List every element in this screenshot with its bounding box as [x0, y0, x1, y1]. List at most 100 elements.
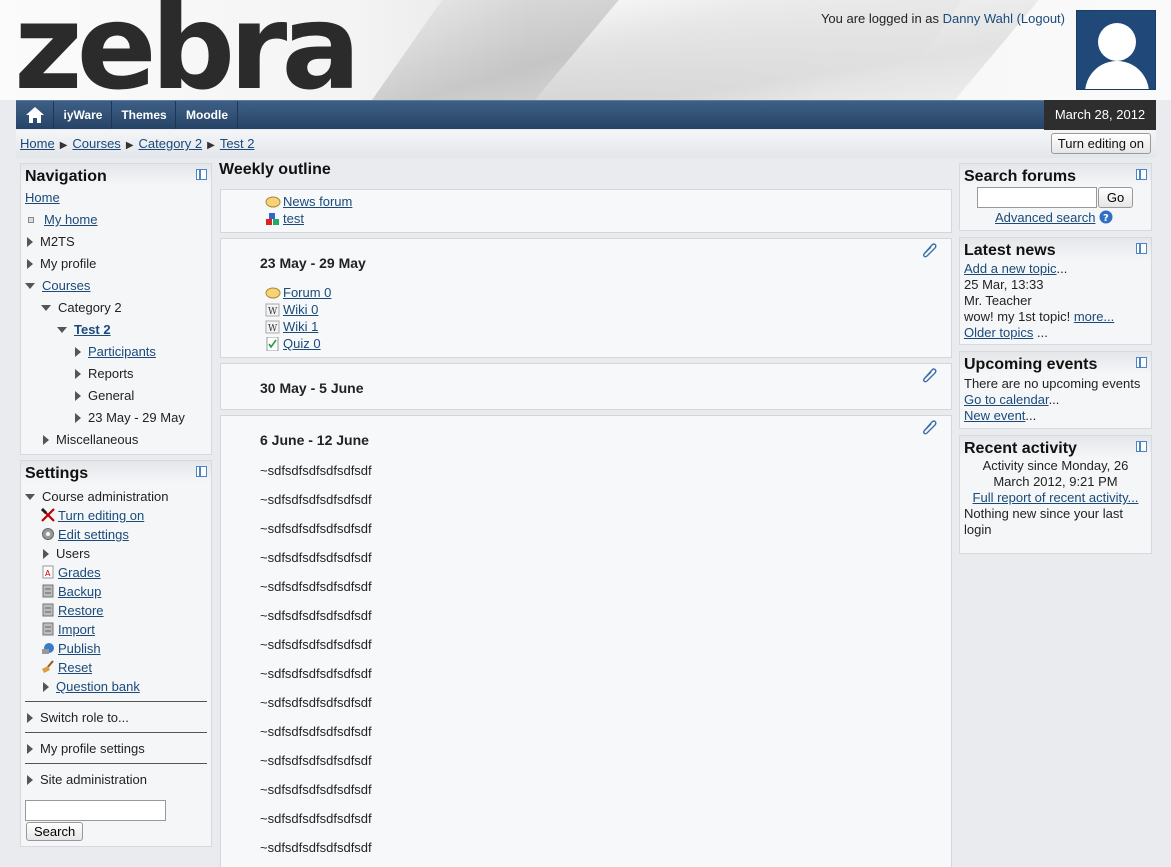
nav-my-profile[interactable]: My profile [27, 256, 96, 271]
paperclip-icon[interactable] [921, 419, 937, 435]
nav-week[interactable]: 23 May - 29 May [75, 410, 185, 425]
activity-news-forum[interactable]: News forum [283, 194, 352, 209]
forum-search-input[interactable] [977, 187, 1097, 208]
course-administration[interactable]: Course administration [25, 489, 168, 504]
breadcrumb-category[interactable]: Category 2 [139, 136, 203, 151]
dock-icon[interactable] [1136, 243, 1147, 254]
expand-icon [27, 237, 33, 247]
dock-icon[interactable] [196, 466, 207, 477]
nav-m2ts[interactable]: M2TS [27, 234, 75, 249]
upcoming-events-title: Upcoming events [960, 352, 1151, 374]
older-topics-link[interactable]: Older topics [964, 325, 1033, 340]
settings-turn-editing-on[interactable]: Turn editing on [58, 508, 144, 523]
activity-forum-0[interactable]: Forum 0 [283, 285, 331, 300]
menu-item-moodle[interactable]: Moodle [177, 101, 238, 129]
latest-news-title: Latest news [960, 238, 1151, 260]
section-text-line: ~sdfsdfsdfsdfsdfsdf [260, 492, 372, 507]
help-icon[interactable]: ? [1099, 210, 1113, 224]
user-name-link[interactable]: Danny Wahl [943, 11, 1013, 26]
add-new-topic-link[interactable]: Add a new topic [964, 261, 1057, 276]
settings-question-bank[interactable]: Question bank [56, 679, 140, 694]
svg-text:?: ? [1103, 213, 1109, 224]
my-profile-settings[interactable]: My profile settings [27, 741, 145, 756]
settings-backup[interactable]: Backup [58, 584, 101, 599]
nav-home-link[interactable]: Home [25, 190, 60, 205]
settings-edit-settings[interactable]: Edit settings [58, 527, 129, 542]
collapse-icon[interactable] [57, 327, 67, 333]
section-text-line: ~sdfsdfsdfsdfsdfsdf [260, 550, 372, 565]
activity-quiz-0[interactable]: Quiz 0 [283, 336, 321, 351]
news-more-link[interactable]: more... [1074, 309, 1114, 324]
nav-participants[interactable]: Participants [88, 344, 156, 359]
publish-icon [42, 643, 54, 654]
nav-my-home[interactable]: My home [44, 212, 97, 227]
activity-wiki-1[interactable]: Wiki 1 [283, 319, 318, 334]
settings-publish[interactable]: Publish [58, 641, 101, 656]
nothing-new-line1: Nothing new since your last [964, 506, 1123, 521]
forum-search-go-button[interactable]: Go [1098, 187, 1133, 208]
logout-link[interactable]: (Logout) [1017, 11, 1065, 26]
section-text-line: ~sdfsdfsdfsdfsdfsdf [260, 724, 372, 739]
avatar[interactable] [1076, 10, 1156, 90]
breadcrumb-courses[interactable]: Courses [72, 136, 120, 151]
paperclip-icon[interactable] [921, 367, 937, 383]
nav-reports-label: Reports [88, 366, 134, 381]
paperclip-icon[interactable] [921, 242, 937, 258]
settings-grades[interactable]: Grades [58, 565, 101, 580]
settings-search-button[interactable]: Search [26, 822, 84, 841]
section-text-line: ~sdfsdfsdfsdfsdfsdf [260, 579, 372, 594]
section-title: 6 June - 12 June [260, 432, 369, 448]
navigation-title: Navigation [21, 164, 211, 186]
nav-category[interactable]: Category 2 [41, 300, 122, 315]
menu-item-themes[interactable]: Themes [113, 101, 176, 129]
import-icon [42, 622, 54, 636]
module-blocks-icon [266, 213, 279, 225]
course-section-week-2: 30 May - 5 June [220, 363, 952, 410]
nav-reports[interactable]: Reports [75, 366, 134, 381]
nav-miscellaneous[interactable]: Miscellaneous [43, 432, 138, 447]
bullet-icon [28, 217, 34, 223]
activity-since-line1: Activity since Monday, 26 [982, 458, 1129, 473]
advanced-search-link[interactable]: Advanced search [995, 210, 1095, 225]
switch-role[interactable]: Switch role to... [27, 710, 129, 725]
upcoming-events-block: Upcoming events There are no upcoming ev… [959, 351, 1152, 429]
site-administration[interactable]: Site administration [27, 772, 147, 787]
forum-icon [265, 287, 281, 299]
nav-general[interactable]: General [75, 388, 134, 403]
turn-editing-on-button[interactable]: Turn editing on [1050, 133, 1151, 154]
dock-icon[interactable] [1136, 169, 1147, 180]
svg-text:A: A [45, 569, 51, 578]
nav-m2ts-label: M2TS [40, 234, 75, 249]
dock-icon[interactable] [1136, 357, 1147, 368]
home-button[interactable] [16, 101, 54, 129]
activity-wiki-0[interactable]: Wiki 0 [283, 302, 318, 317]
activity-test[interactable]: test [283, 211, 304, 226]
site-logo[interactable]: zebra [14, 0, 361, 100]
dock-icon[interactable] [196, 169, 207, 180]
expand-icon [27, 775, 33, 785]
new-event-link[interactable]: New event [964, 408, 1025, 423]
recent-activity-block: Recent activity Activity since Monday, 2… [959, 435, 1152, 554]
avatar-body [1085, 61, 1149, 89]
reset-broom-icon [42, 660, 54, 673]
expand-icon[interactable] [43, 682, 49, 692]
expand-icon[interactable] [75, 347, 81, 357]
full-report-link[interactable]: Full report of recent activity... [973, 490, 1139, 505]
menu-item-iyware[interactable]: iyWare [55, 101, 112, 129]
breadcrumb-course[interactable]: Test 2 [220, 136, 255, 151]
settings-search-input[interactable] [25, 800, 166, 821]
nav-course-test2[interactable]: Test 2 [74, 322, 111, 337]
breadcrumb-home[interactable]: Home [20, 136, 55, 151]
breadcrumb-separator-icon: ▶ [207, 140, 215, 151]
go-to-calendar-link[interactable]: Go to calendar [964, 392, 1049, 407]
collapse-icon[interactable] [25, 283, 35, 289]
settings-users[interactable]: Users [43, 546, 90, 561]
nav-courses[interactable]: Courses [42, 278, 90, 293]
settings-reset[interactable]: Reset [58, 660, 92, 675]
dock-icon[interactable] [1136, 441, 1147, 452]
section-text-line: ~sdfsdfsdfsdfsdfsdf [260, 463, 372, 478]
course-section-week-3: 6 June - 12 June ~sdfsdfsdfsdfsdfsdf ~sd… [220, 415, 952, 867]
nav-misc-label: Miscellaneous [56, 432, 139, 447]
settings-import[interactable]: Import [58, 622, 95, 637]
settings-restore[interactable]: Restore [58, 603, 104, 618]
